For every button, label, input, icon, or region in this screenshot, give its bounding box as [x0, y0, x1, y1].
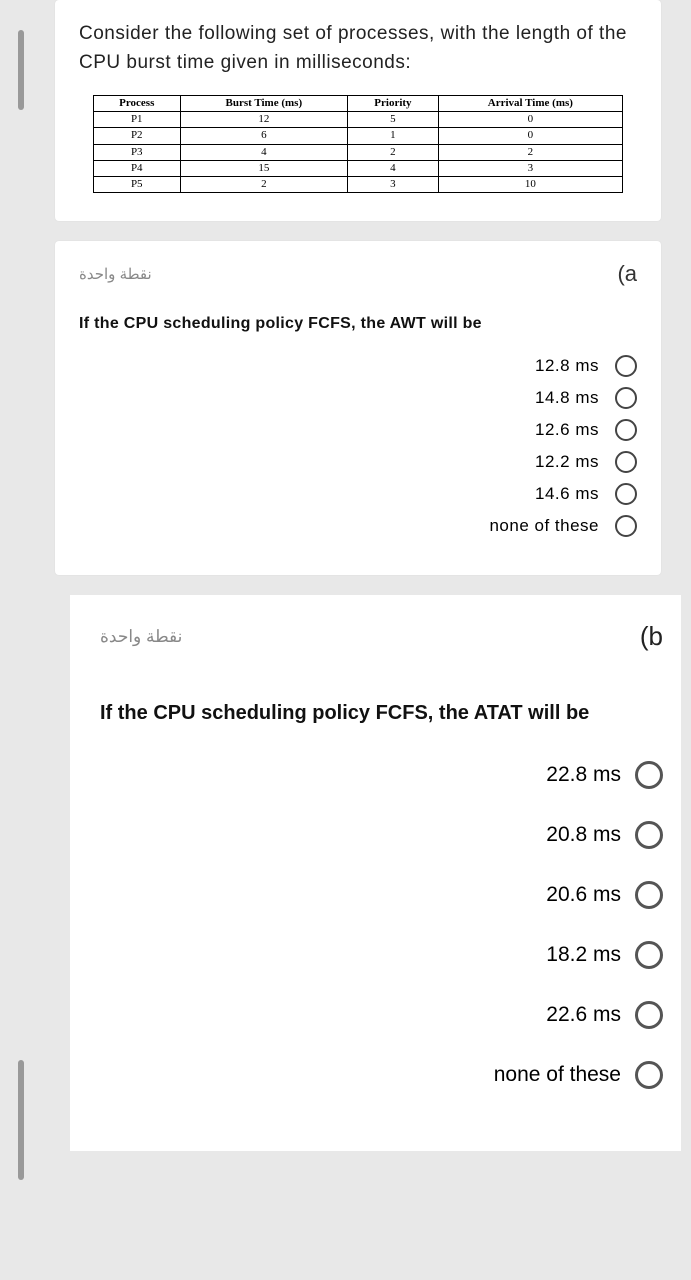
table-cell: 12 — [180, 112, 348, 128]
table-cell: P5 — [93, 176, 180, 192]
table-cell: 10 — [438, 176, 622, 192]
col-burst: Burst Time (ms) — [180, 96, 348, 112]
option-row[interactable]: none of these — [79, 515, 637, 537]
question-a-options: 12.8 ms 14.8 ms 12.6 ms 12.2 ms 14.6 ms none … — [79, 355, 637, 537]
table-cell: 1 — [348, 128, 439, 144]
table-row: P52310 — [93, 176, 622, 192]
option-row[interactable]: 20.6 ms — [100, 881, 663, 909]
table-cell: 2 — [180, 176, 348, 192]
question-b-options: 22.8 ms 20.8 ms 20.6 ms 18.2 ms 22.6 ms none … — [100, 761, 663, 1089]
option-label: 12.2 ms — [535, 452, 599, 472]
table-cell: 4 — [180, 144, 348, 160]
option-label: 22.6 ms — [546, 1003, 621, 1027]
option-label: 14.6 ms — [535, 484, 599, 504]
table-cell: 0 — [438, 128, 622, 144]
option-label: 14.8 ms — [535, 388, 599, 408]
question-a-header: نقطة واحدة (a — [79, 261, 637, 287]
option-label: 22.8 ms — [546, 763, 621, 787]
table-cell: 6 — [180, 128, 348, 144]
question-intro-card: Consider the following set of processes,… — [55, 0, 661, 221]
question-letter: (a — [617, 261, 637, 287]
option-label: 12.6 ms — [535, 420, 599, 440]
table-row: P41543 — [93, 160, 622, 176]
radio-icon[interactable] — [635, 821, 663, 849]
table-cell: 5 — [348, 112, 439, 128]
radio-icon[interactable] — [615, 387, 637, 409]
question-b-header: نقطة واحدة (b — [100, 621, 663, 652]
table-cell: P4 — [93, 160, 180, 176]
option-row[interactable]: 22.6 ms — [100, 1001, 663, 1029]
table-cell: 2 — [348, 144, 439, 160]
points-label: نقطة واحدة — [100, 627, 182, 647]
option-label: 20.8 ms — [546, 823, 621, 847]
radio-icon[interactable] — [635, 881, 663, 909]
option-label: none of these — [494, 1063, 621, 1087]
option-row[interactable]: none of these — [100, 1061, 663, 1089]
table-cell: P2 — [93, 128, 180, 144]
intro-text: Consider the following set of processes,… — [79, 20, 637, 77]
option-label: 12.8 ms — [535, 356, 599, 376]
table-cell: P1 — [93, 112, 180, 128]
question-letter: (b — [640, 621, 663, 652]
col-priority: Priority — [348, 96, 439, 112]
table-row: P2610 — [93, 128, 622, 144]
table-cell: 0 — [438, 112, 622, 128]
table-cell: 3 — [348, 176, 439, 192]
radio-icon[interactable] — [615, 483, 637, 505]
radio-icon[interactable] — [635, 941, 663, 969]
option-label: 18.2 ms — [546, 943, 621, 967]
option-row[interactable]: 12.2 ms — [79, 451, 637, 473]
scrollbar-segment[interactable] — [18, 1060, 24, 1180]
process-table: Process Burst Time (ms) Priority Arrival… — [93, 95, 623, 193]
points-label: نقطة واحدة — [79, 265, 152, 283]
radio-icon[interactable] — [635, 761, 663, 789]
option-row[interactable]: 18.2 ms — [100, 941, 663, 969]
col-process: Process — [93, 96, 180, 112]
table-cell: 3 — [438, 160, 622, 176]
radio-icon[interactable] — [615, 419, 637, 441]
radio-icon[interactable] — [615, 355, 637, 377]
scrollbar-segment[interactable] — [18, 30, 24, 110]
table-cell: P3 — [93, 144, 180, 160]
table-header-row: Process Burst Time (ms) Priority Arrival… — [93, 96, 622, 112]
radio-icon[interactable] — [635, 1061, 663, 1089]
option-label: 20.6 ms — [546, 883, 621, 907]
radio-icon[interactable] — [635, 1001, 663, 1029]
question-a-card: نقطة واحدة (a If the CPU scheduling poli… — [55, 241, 661, 575]
radio-icon[interactable] — [615, 451, 637, 473]
table-row: P3422 — [93, 144, 622, 160]
option-row[interactable]: 12.8 ms — [79, 355, 637, 377]
radio-icon[interactable] — [615, 515, 637, 537]
question-b-card: نقطة واحدة (b If the CPU scheduling poli… — [70, 595, 681, 1151]
question-b-text: If the CPU scheduling policy FCFS, the A… — [100, 702, 663, 725]
col-arrival: Arrival Time (ms) — [438, 96, 622, 112]
table-cell: 4 — [348, 160, 439, 176]
option-row[interactable]: 20.8 ms — [100, 821, 663, 849]
option-label: none of these — [489, 516, 599, 536]
table-row: P11250 — [93, 112, 622, 128]
option-row[interactable]: 22.8 ms — [100, 761, 663, 789]
table-cell: 2 — [438, 144, 622, 160]
option-row[interactable]: 14.6 ms — [79, 483, 637, 505]
table-cell: 15 — [180, 160, 348, 176]
option-row[interactable]: 12.6 ms — [79, 419, 637, 441]
option-row[interactable]: 14.8 ms — [79, 387, 637, 409]
question-a-text: If the CPU scheduling policy FCFS, the A… — [79, 315, 637, 333]
